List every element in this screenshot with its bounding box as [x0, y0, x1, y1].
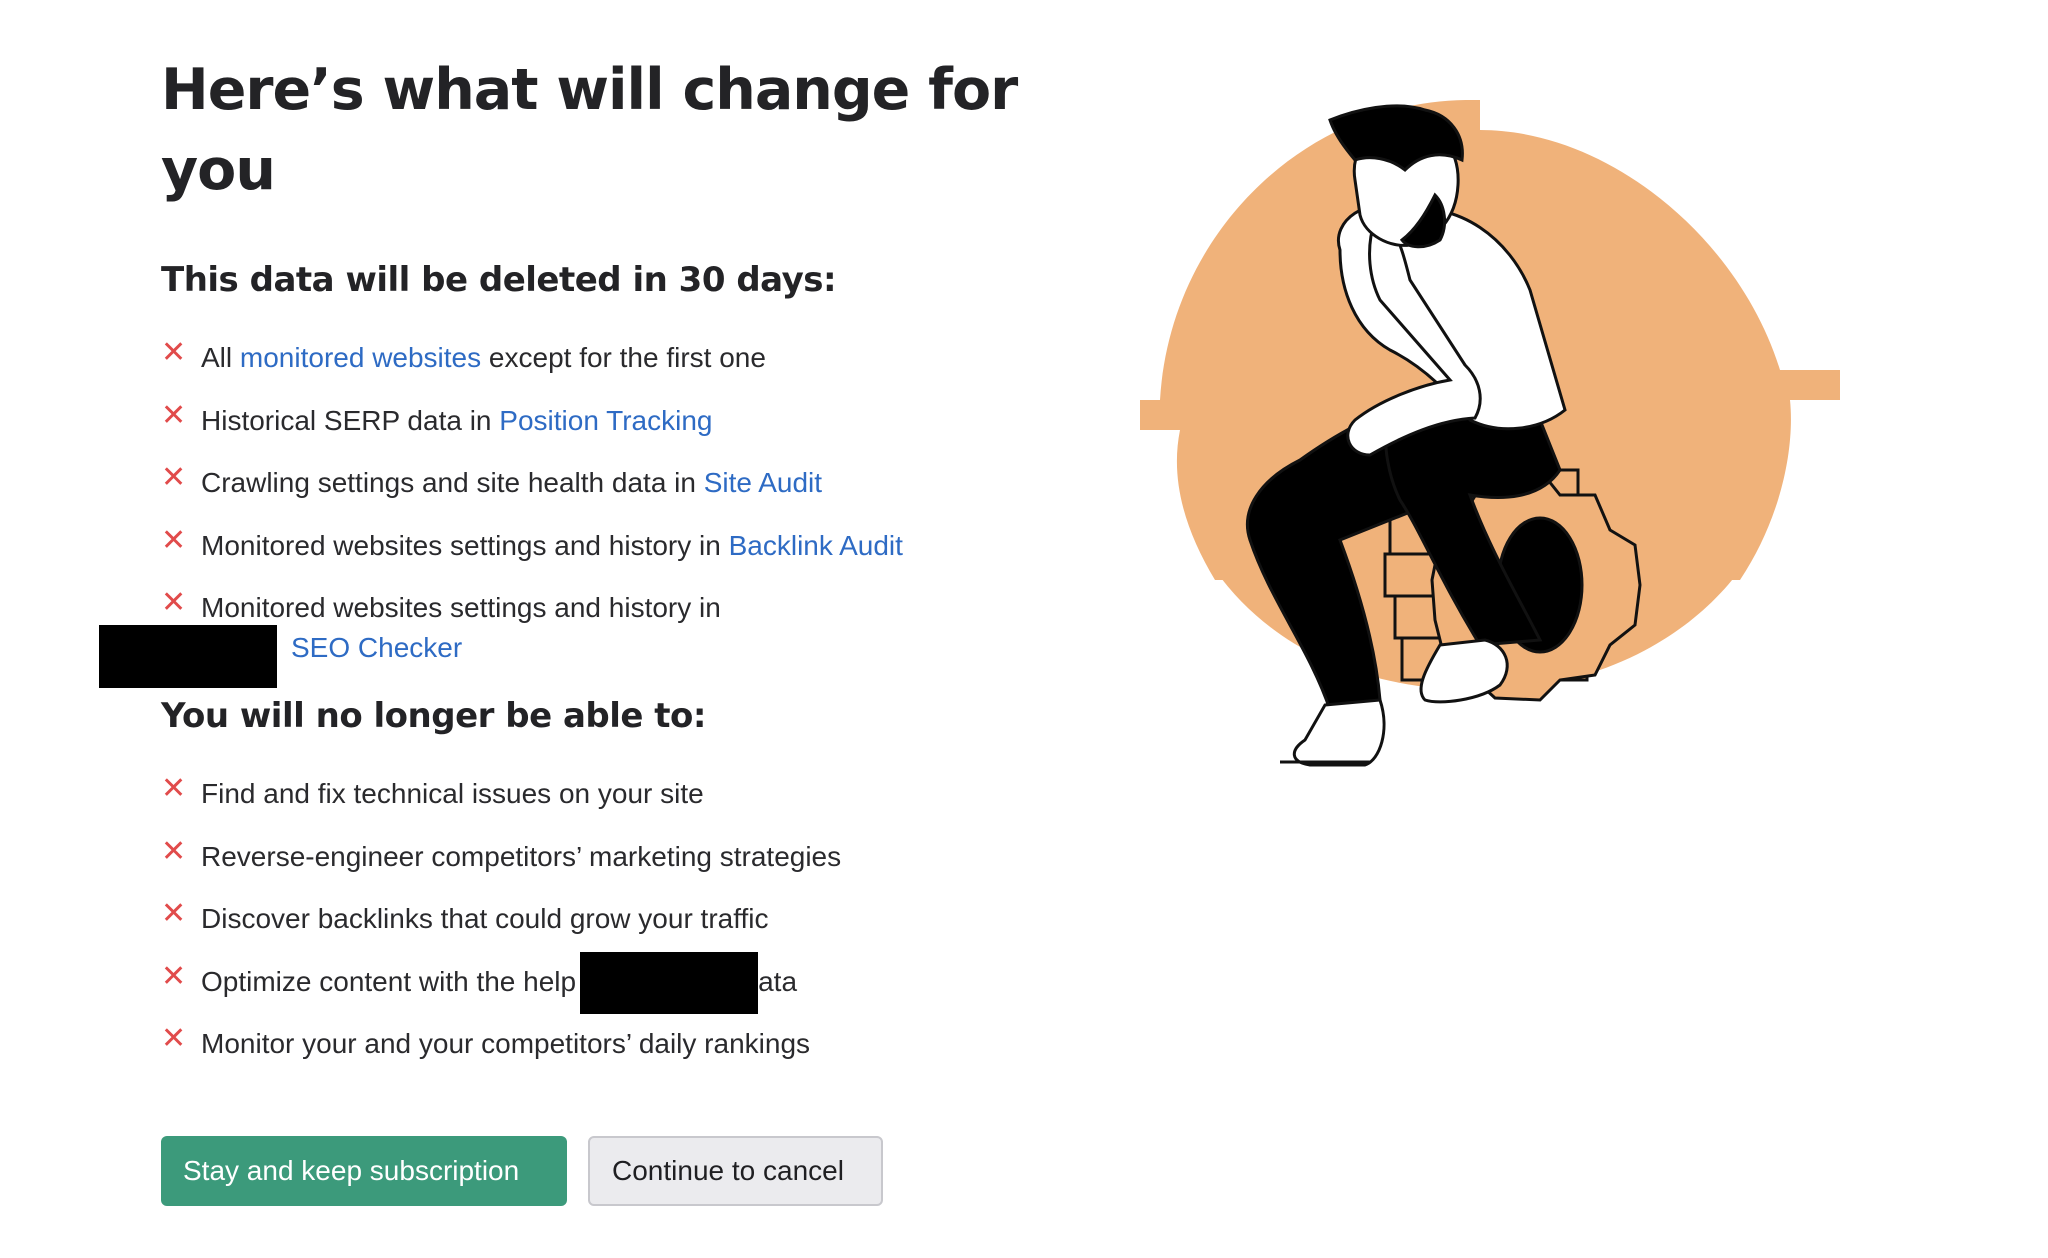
list-item: ✕ Discover backlinks that could grow you…	[161, 896, 769, 935]
list-item: ✕ Find and fix technical issues on your …	[161, 771, 704, 810]
close-x-icon: ✕	[161, 585, 187, 620]
redacted-block	[580, 952, 759, 1015]
backlink-audit-link[interactable]: Backlink Audit	[729, 530, 903, 561]
close-x-icon: ✕	[161, 771, 187, 806]
thinking-man-on-gear-illustration	[1140, 100, 1840, 767]
deleted-data-list: ✕ All monitored websites except for the …	[99, 335, 1121, 688]
close-x-icon: ✕	[161, 896, 187, 931]
list-item: ✕ Monitored websites settings and histor…	[161, 522, 903, 561]
list-item: ✕ Monitored websites settings and histor…	[99, 585, 1121, 688]
main-content: Here’s what will change for you This dat…	[99, 50, 1121, 1206]
list-item: ✕ Historical SERP data in Position Track…	[161, 397, 713, 436]
lost-features-heading: You will no longer be able to:	[161, 696, 707, 736]
stay-and-keep-subscription-button[interactable]: Stay and keep subscription	[161, 1136, 567, 1206]
continue-to-cancel-button[interactable]: Continue to cancel	[588, 1136, 883, 1206]
action-buttons: Stay and keep subscription Continue to c…	[161, 1136, 1121, 1206]
cancel-subscription-page: Here’s what will change for you This dat…	[0, 0, 2048, 1258]
close-x-icon: ✕	[161, 460, 187, 495]
close-x-icon: ✕	[161, 958, 187, 994]
list-item: ✕ Monitor your and your competitors’ dai…	[161, 1021, 811, 1060]
list-item: ✕ Crawling settings and site health data…	[161, 460, 823, 499]
site-audit-link[interactable]: Site Audit	[704, 467, 822, 498]
close-x-icon: ✕	[161, 833, 187, 869]
close-x-icon: ✕	[161, 335, 187, 370]
close-x-icon: ✕	[161, 397, 187, 433]
page-title: Here’s what will change for you	[161, 57, 1018, 203]
close-x-icon: ✕	[161, 1021, 187, 1056]
close-x-icon: ✕	[161, 522, 187, 558]
monitored-websites-link[interactable]: monitored websites	[240, 342, 481, 373]
redacted-block	[99, 625, 277, 688]
lost-features-list: ✕ Find and fix technical issues on your …	[161, 774, 1121, 1064]
list-item: ✕ Optimize content with the help ata	[161, 952, 1121, 1015]
position-tracking-link[interactable]: Position Tracking	[499, 405, 712, 436]
list-item: ✕ All monitored websites except for the …	[161, 335, 766, 374]
list-item: ✕ Reverse-engineer competitors’ marketin…	[161, 833, 842, 872]
seo-checker-link[interactable]: SEO Checker	[291, 632, 462, 663]
deleted-data-heading: This data will be deleted in 30 days:	[161, 260, 837, 300]
